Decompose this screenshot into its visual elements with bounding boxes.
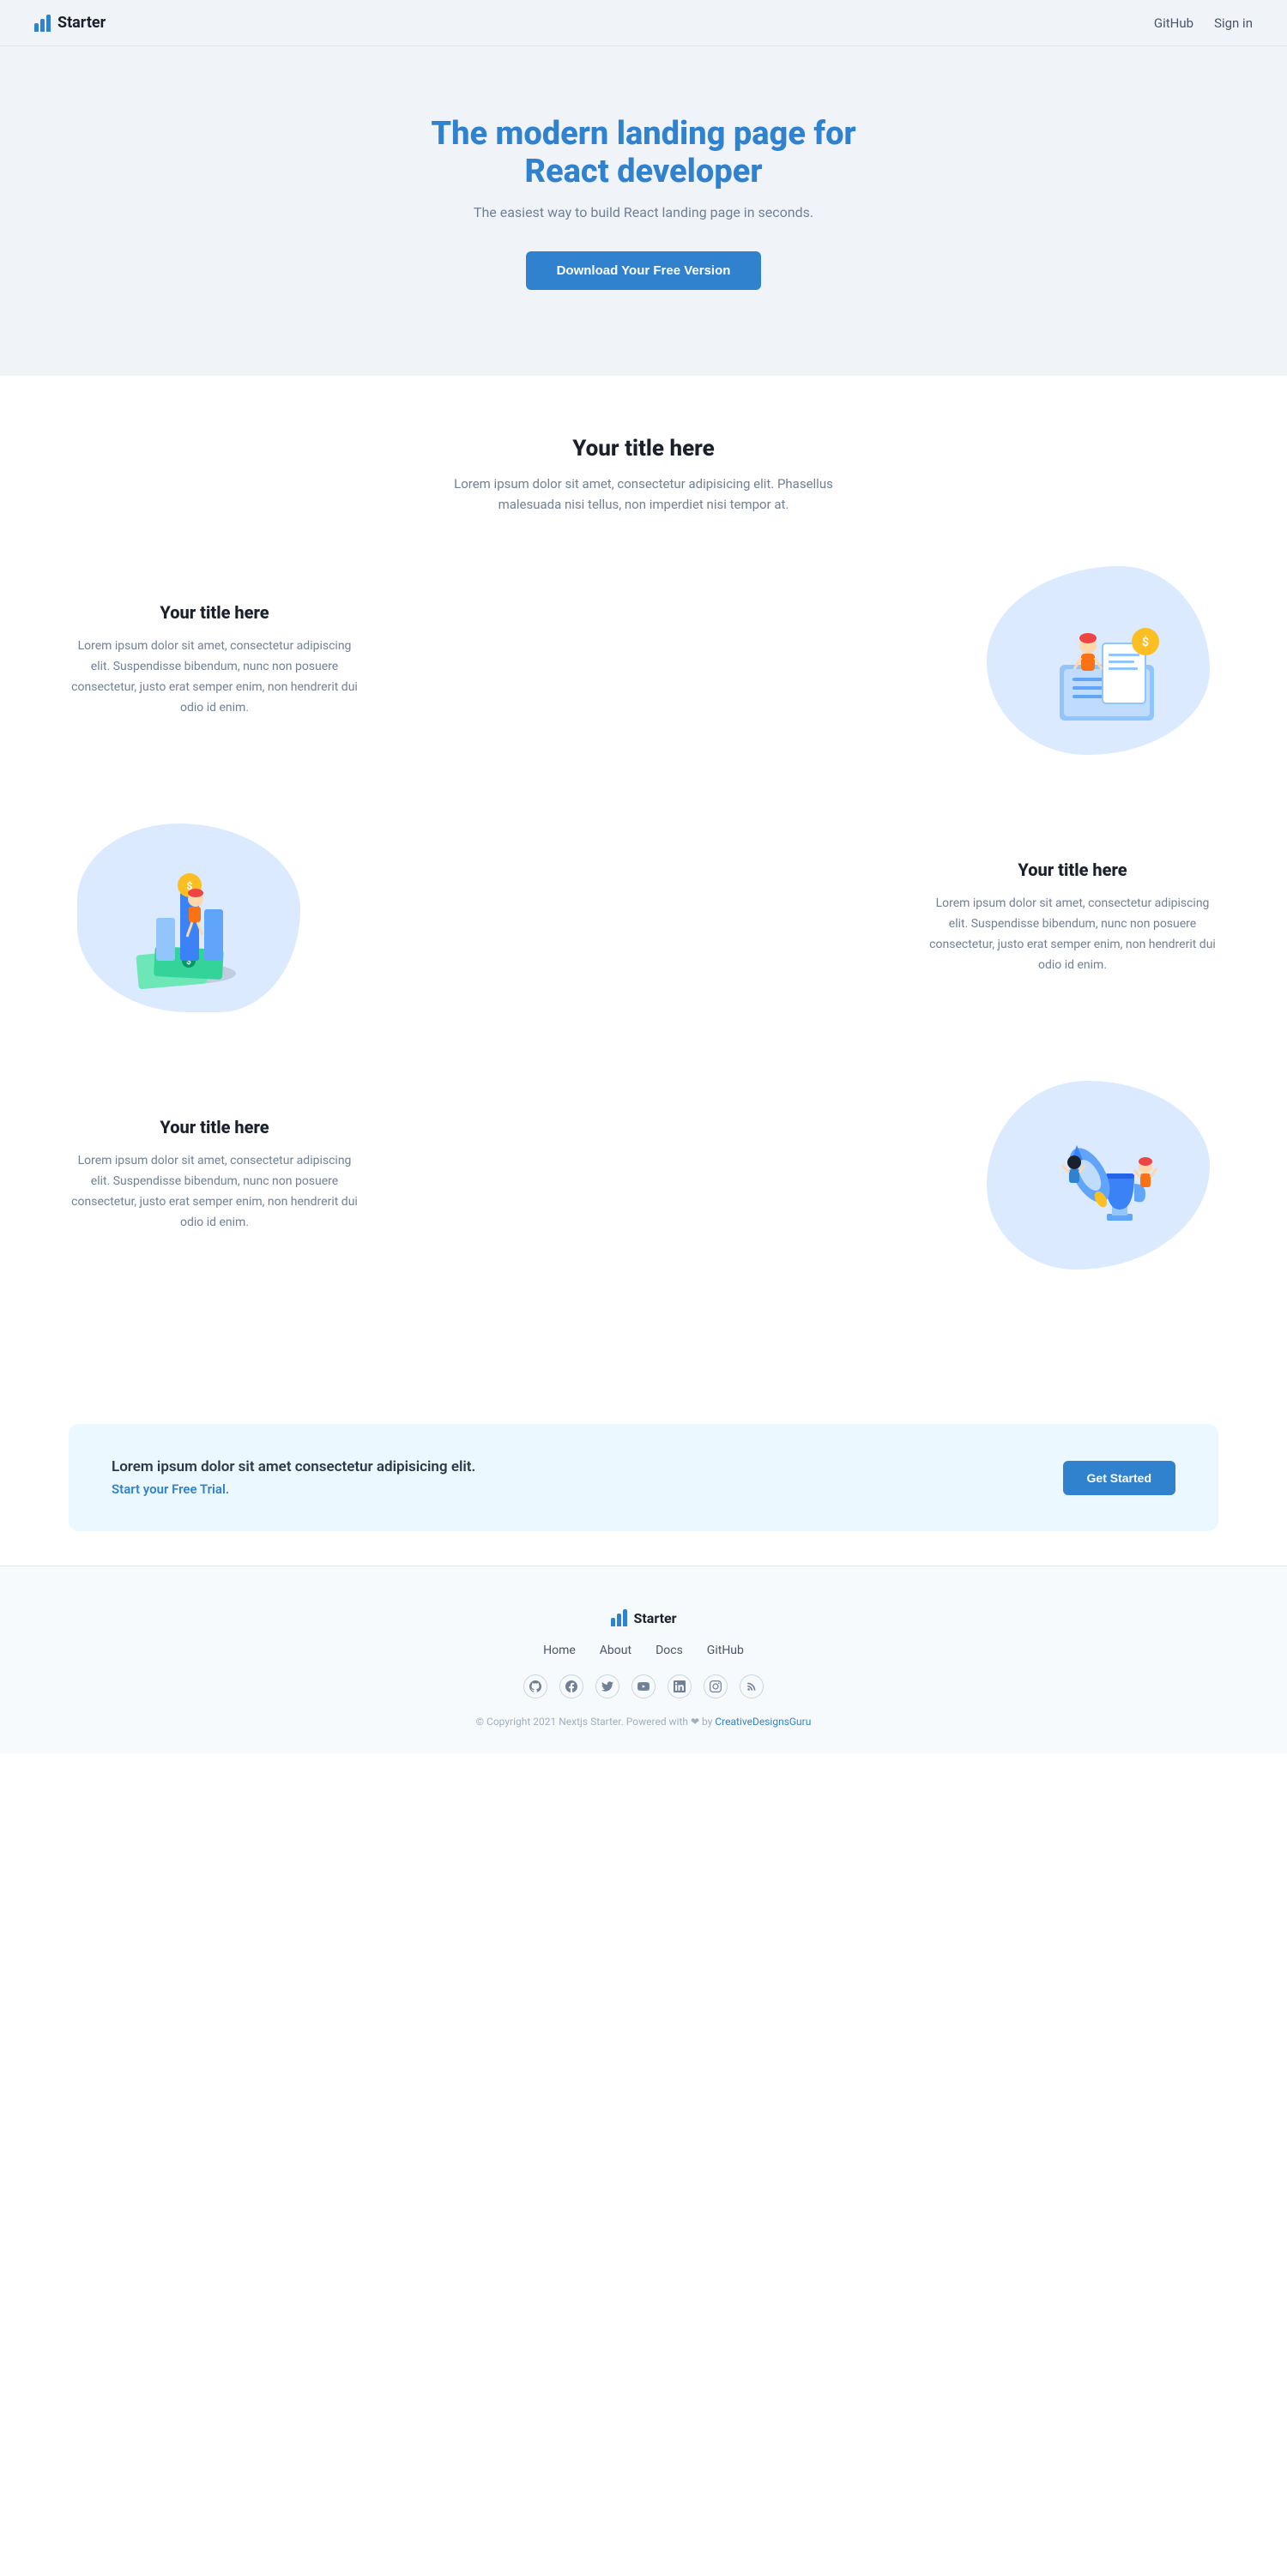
feature-3-text: Your title here Lorem ipsum dolor sit am… (69, 1117, 360, 1233)
footer-copyright-link[interactable]: CreativeDesignsGuru (715, 1716, 811, 1728)
features-section: Your title here Lorem ipsum dolor sit am… (0, 549, 1287, 1390)
feature-row-2: Your title here Lorem ipsum dolor sit am… (69, 823, 1218, 1012)
facebook-social-icon[interactable] (559, 1674, 583, 1698)
feature-1-text: Your title here Lorem ipsum dolor sit am… (69, 602, 360, 718)
feature-3-image (978, 1081, 1218, 1270)
github-social-icon[interactable] (523, 1674, 547, 1698)
feature-3-illustration (1012, 1098, 1184, 1252)
feature-row-1: Your title here Lorem ipsum dolor sit am… (69, 566, 1218, 755)
feature-1-description: Lorem ipsum dolor sit amet, consectetur … (69, 636, 360, 718)
feature-2-text: Your title here Lorem ipsum dolor sit am… (927, 860, 1218, 975)
hero-headline1: The modern landing page for (34, 115, 1253, 153)
nav-links: GitHub Sign in (1154, 15, 1253, 31)
cta-text-block: Lorem ipsum dolor sit amet consectetur a… (112, 1458, 475, 1497)
footer-social-icons (34, 1674, 1253, 1698)
footer-logo: Starter (34, 1609, 1253, 1626)
cta-link[interactable]: Start your Free Trial. (112, 1481, 229, 1497)
linkedin-social-icon[interactable] (668, 1674, 692, 1698)
feature-1-title: Your title here (69, 602, 360, 623)
cta-headline: Lorem ipsum dolor sit amet consectetur a… (112, 1458, 475, 1475)
hero-section: The modern landing page for React develo… (0, 46, 1287, 376)
hero-cta-button[interactable]: Download Your Free Version (526, 251, 762, 290)
feature-1-illustration: $ (1012, 583, 1184, 738)
logo: Starter (34, 14, 106, 32)
twitter-social-icon[interactable] (595, 1674, 619, 1698)
footer-nav-github[interactable]: GitHub (707, 1644, 744, 1657)
feature-2-title: Your title here (927, 860, 1218, 880)
feature-row-3: Your title here Lorem ipsum dolor sit am… (69, 1081, 1218, 1270)
feature-2-description: Lorem ipsum dolor sit amet, consectetur … (927, 894, 1218, 975)
rss-social-icon[interactable] (740, 1674, 764, 1698)
feature-3-description: Lorem ipsum dolor sit amet, consectetur … (69, 1151, 360, 1233)
footer-logo-text: Starter (634, 1610, 677, 1626)
feature-1-image: $ (978, 566, 1218, 755)
footer-nav-docs[interactable]: Docs (656, 1644, 683, 1657)
footer-logo-icon (611, 1609, 627, 1626)
instagram-social-icon[interactable] (704, 1674, 728, 1698)
section-intro: Your title here Lorem ipsum dolor sit am… (0, 376, 1287, 549)
footer: Starter Home About Docs GitHub © Copyrig… (0, 1566, 1287, 1753)
logo-icon (34, 15, 51, 32)
youtube-social-icon[interactable] (631, 1674, 656, 1698)
cta-banner: Lorem ipsum dolor sit amet consectetur a… (69, 1424, 1218, 1531)
hero-headline: The modern landing page for React develo… (34, 115, 1253, 190)
section-title: Your title here (34, 436, 1253, 462)
logo-text: Starter (57, 14, 106, 32)
footer-nav-home[interactable]: Home (543, 1644, 576, 1657)
svg-text:$: $ (1142, 635, 1149, 649)
feature-2-image: $ $ $ (69, 823, 309, 1012)
feature-2-blob: $ $ $ (77, 823, 300, 1012)
hero-headline2: React developer (34, 153, 1253, 190)
nav-github[interactable]: GitHub (1154, 15, 1193, 31)
feature-1-blob: $ (987, 566, 1210, 755)
section-description: Lorem ipsum dolor sit amet, consectetur … (438, 474, 849, 515)
footer-copyright: © Copyright 2021 Nextjs Starter. Powered… (34, 1716, 1253, 1728)
cta-button[interactable]: Get Started (1063, 1461, 1175, 1495)
feature-3-blob (987, 1081, 1210, 1270)
feature-3-title: Your title here (69, 1117, 360, 1137)
navbar: Starter GitHub Sign in (0, 0, 1287, 46)
hero-subtext: The easiest way to build React landing p… (34, 204, 1253, 220)
nav-signin[interactable]: Sign in (1214, 15, 1253, 31)
footer-nav: Home About Docs GitHub (34, 1644, 1253, 1657)
feature-2-illustration: $ $ $ (103, 841, 275, 995)
footer-nav-about[interactable]: About (600, 1644, 631, 1657)
